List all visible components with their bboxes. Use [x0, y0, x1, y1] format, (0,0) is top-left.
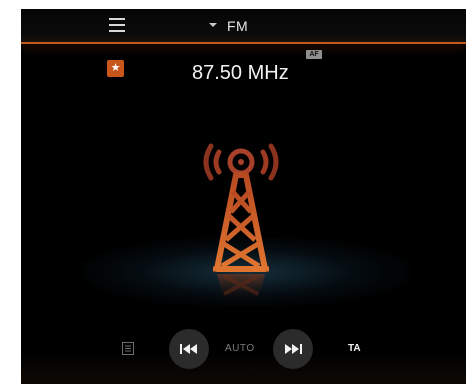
- favorite-star-icon[interactable]: ★: [107, 60, 124, 77]
- ta-toggle[interactable]: TA: [348, 343, 361, 354]
- chevron-down-icon: [209, 23, 217, 28]
- station-list-icon[interactable]: [122, 342, 134, 355]
- radio-tower-icon: [203, 143, 279, 304]
- seek-previous-button[interactable]: [169, 329, 209, 369]
- auto-label[interactable]: AUTO: [225, 343, 255, 354]
- top-bar: FM: [21, 9, 466, 42]
- skip-next-icon: [285, 344, 302, 354]
- af-badge: AF: [306, 50, 322, 59]
- radio-screen: FM ★ 87.50 MHz AF AUTO TA: [21, 9, 466, 384]
- source-label: FM: [227, 18, 249, 34]
- skip-previous-icon: [180, 344, 197, 354]
- accent-divider: [21, 42, 466, 44]
- frequency-display: 87.50 MHz: [192, 62, 289, 84]
- menu-icon[interactable]: [109, 17, 131, 35]
- seek-next-button[interactable]: [273, 329, 313, 369]
- bottom-fade: [21, 349, 466, 384]
- source-selector[interactable]: FM: [209, 18, 248, 34]
